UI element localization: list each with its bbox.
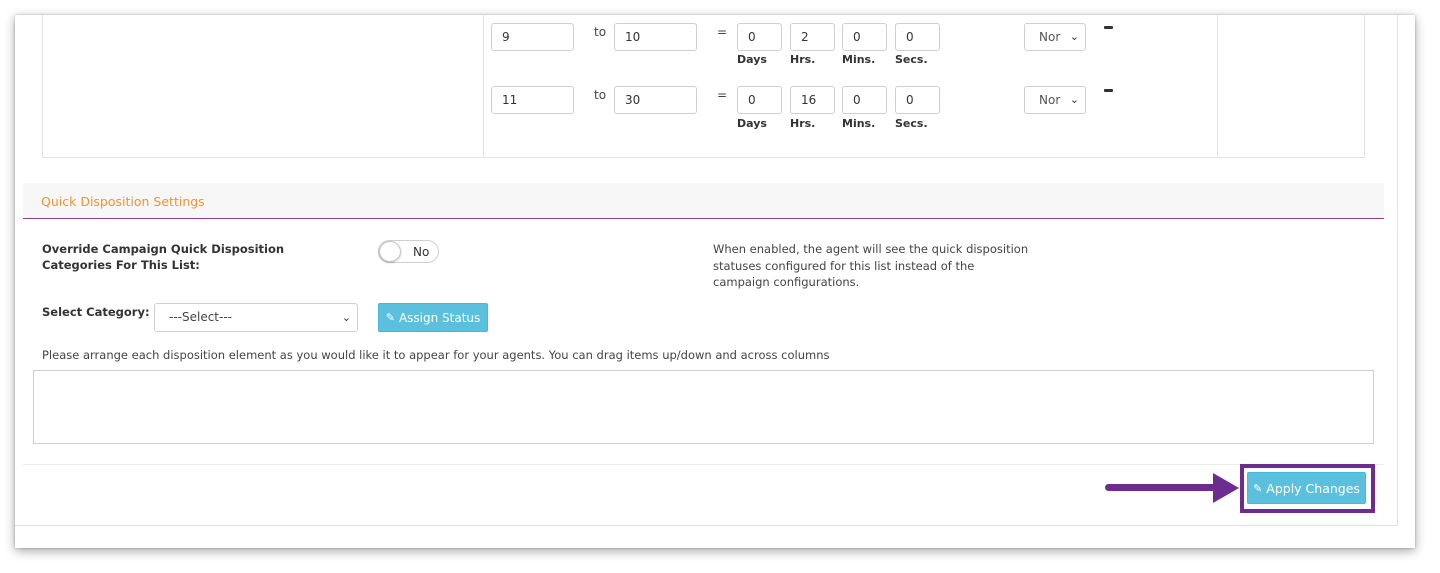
category-label: Select Category: <box>42 305 150 319</box>
equals-label: = <box>717 88 728 102</box>
seconds-input[interactable]: 0 <box>895 23 940 51</box>
range-to-input[interactable]: 30 <box>614 86 697 114</box>
status-select[interactable]: Nor ⌄ <box>1024 23 1086 51</box>
days-input[interactable]: 0 <box>737 23 782 51</box>
seconds-label: Secs. <box>895 117 928 130</box>
time-range-row: 9 to 10 = 0 2 0 0 Days Hrs. Mins. Secs. … <box>43 23 1364 83</box>
time-range-row: 11 to 30 = 0 16 0 0 Days Hrs. Mins. Secs… <box>43 86 1364 146</box>
section-title: Quick Disposition Settings <box>41 194 205 209</box>
seconds-label: Secs. <box>895 53 928 66</box>
toggle-text: No <box>413 245 430 259</box>
range-from-input[interactable]: 9 <box>491 23 574 51</box>
category-select[interactable]: ---Select--- ⌄ <box>154 303 358 332</box>
days-input[interactable]: 0 <box>737 86 782 114</box>
days-label: Days <box>737 53 767 66</box>
edit-icon: ✎ <box>385 311 395 324</box>
minus-icon[interactable] <box>1104 89 1113 92</box>
panel-border <box>1397 15 1398 525</box>
chevron-down-icon: ⌄ <box>1069 93 1079 106</box>
days-label: Days <box>737 117 767 130</box>
minutes-label: Mins. <box>842 53 876 66</box>
override-toggle[interactable]: No <box>378 240 439 263</box>
minutes-label: Mins. <box>842 117 876 130</box>
chevron-down-icon: ⌄ <box>341 311 351 324</box>
to-label: to <box>594 88 607 102</box>
time-range-table: 9 to 10 = 0 2 0 0 Days Hrs. Mins. Secs. … <box>42 15 1365 158</box>
panel-border <box>15 525 1398 526</box>
range-to-input[interactable]: 10 <box>614 23 697 51</box>
hours-label: Hrs. <box>790 117 816 130</box>
hours-label: Hrs. <box>790 53 816 66</box>
status-select-value: Nor <box>1039 30 1061 44</box>
equals-label: = <box>717 25 728 39</box>
minus-icon[interactable] <box>1104 26 1113 29</box>
category-select-value: ---Select--- <box>169 310 232 324</box>
footer-divider <box>23 464 1384 465</box>
toggle-knob <box>379 241 401 262</box>
minutes-input[interactable]: 0 <box>842 86 887 114</box>
status-select-value: Nor <box>1039 93 1061 107</box>
seconds-input[interactable]: 0 <box>895 86 940 114</box>
hours-input[interactable]: 2 <box>790 23 835 51</box>
arrange-instructions: Please arrange each disposition element … <box>42 348 830 362</box>
disposition-drop-area[interactable] <box>33 370 1374 444</box>
assign-status-button[interactable]: ✎ Assign Status <box>378 303 488 332</box>
annotation-arrow-head <box>1213 473 1239 503</box>
minutes-input[interactable]: 0 <box>842 23 887 51</box>
edit-icon: ✎ <box>1253 481 1263 495</box>
status-select[interactable]: Nor ⌄ <box>1024 86 1086 114</box>
override-label: Override Campaign Quick Disposition Cate… <box>42 242 285 272</box>
apply-changes-button[interactable]: ✎ Apply Changes <box>1247 472 1366 504</box>
apply-changes-label: Apply Changes <box>1266 480 1360 496</box>
chevron-down-icon: ⌄ <box>1069 30 1079 43</box>
range-from-input[interactable]: 11 <box>491 86 574 114</box>
to-label: to <box>594 25 607 39</box>
section-header: Quick Disposition Settings <box>23 183 1384 219</box>
override-help-text: When enabled, the agent will see the qui… <box>713 242 1029 289</box>
assign-status-label: Assign Status <box>398 310 481 325</box>
hours-input[interactable]: 16 <box>790 86 835 114</box>
settings-window: 9 to 10 = 0 2 0 0 Days Hrs. Mins. Secs. … <box>15 15 1415 548</box>
annotation-arrow <box>1105 484 1225 491</box>
